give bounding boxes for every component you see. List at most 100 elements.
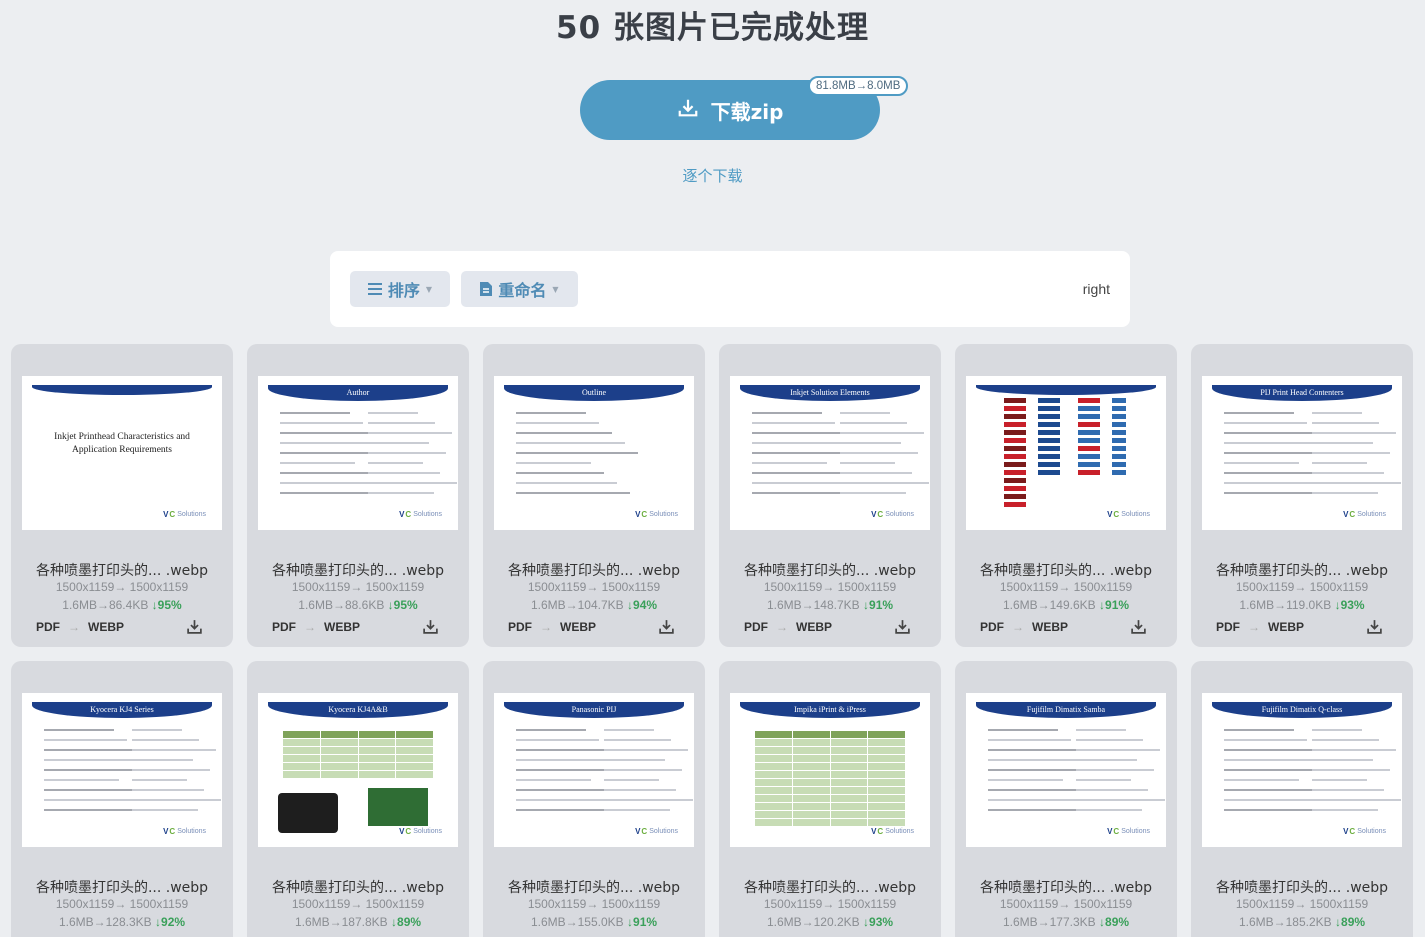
chart-box xyxy=(1078,470,1100,475)
image-card[interactable]: PIJ Print Head Contenters V C Solutions 各种喷… xyxy=(1191,344,1413,647)
slide-text-line xyxy=(132,729,182,731)
compression-percent: ↓89% xyxy=(391,915,422,929)
image-dimensions: 1500x1159→ 1500x1159 xyxy=(527,897,661,911)
slide-text-line xyxy=(1312,769,1390,771)
file-size: 1.6MB→86.4KB ↓95% xyxy=(11,598,233,612)
file-name: 各种喷墨打印头的... .webp xyxy=(743,880,917,896)
slide-text-line xyxy=(132,779,187,781)
chart-box xyxy=(1078,398,1100,403)
slide-text-line xyxy=(44,799,145,801)
size-change: 1.6MB→86.4KB xyxy=(62,598,149,612)
image-thumbnail[interactable]: Fujifilm Dimatix Samba V C Solutions xyxy=(966,693,1166,847)
chart-box xyxy=(1004,470,1026,475)
vcs-logo: V C Solutions xyxy=(871,510,914,519)
slide-text-line xyxy=(752,432,848,434)
slide-text-line xyxy=(840,422,907,424)
image-thumbnail[interactable]: Inkjet Solution Elements V C Solutions xyxy=(730,376,930,530)
slide-text-line xyxy=(1312,482,1401,484)
format-conversion: PDF → WEBP xyxy=(508,620,596,634)
target-format: WEBP xyxy=(1268,620,1304,634)
chart-box xyxy=(1038,406,1060,411)
source-format: PDF xyxy=(1216,620,1240,634)
slide-text-line xyxy=(1224,462,1299,464)
image-card[interactable]: Inkjet Solution Elements V C Solutions 各种喷墨… xyxy=(719,344,941,647)
rename-button[interactable]: 重命名 ▼ xyxy=(461,271,578,307)
target-format: WEBP xyxy=(560,620,596,634)
single-download-link[interactable]: 逐个下载 xyxy=(0,165,1425,186)
download-icon[interactable] xyxy=(894,618,911,639)
image-card[interactable]: Kyocera KJ4 Series V C Solutions 各种喷墨打印头的..… xyxy=(11,661,233,937)
slide-text-line xyxy=(132,789,204,791)
image-card[interactable]: Fujifilm Dimatix Samba V C Solutions 各种喷墨打印… xyxy=(955,661,1177,937)
size-change: 1.6MB→149.6KB xyxy=(1002,598,1096,612)
image-card[interactable]: Fujifilm Dimatix Q-class V C Solutions 各种喷墨… xyxy=(1191,661,1413,937)
image-card[interactable]: Author V C Solutions 各种喷墨打印头的... .webp 1500… xyxy=(247,344,469,647)
image-dimensions: 1500x1159→ 1500x1159 xyxy=(291,580,425,594)
image-thumbnail[interactable]: Kyocera KJ4A&B V C Solutions xyxy=(258,693,458,847)
format-conversion: PDF → WEBP xyxy=(1216,620,1304,634)
slide-text-line xyxy=(368,422,435,424)
slide-text-line xyxy=(1224,472,1312,474)
chart-box xyxy=(1112,430,1126,435)
download-icon[interactable] xyxy=(186,618,203,639)
arrow-right-icon: → xyxy=(68,620,80,634)
image-thumbnail[interactable]: PIJ Print Head Contenters V C Solutions xyxy=(1202,376,1402,530)
file-size: 1.6MB→185.2KB ↓89% xyxy=(1191,915,1413,929)
chart-box xyxy=(1112,414,1126,419)
chart-box xyxy=(1038,446,1060,451)
size-change: 1.6MB→185.2KB xyxy=(1238,915,1332,929)
slide-text-line xyxy=(44,739,127,741)
slide-text-line xyxy=(132,769,210,771)
slide-title-text: Inkjet Printhead Characteristics and App… xyxy=(54,432,190,455)
image-card[interactable]: Impika iPrint & iPress V C Solutions 各种喷墨打印… xyxy=(719,661,941,937)
size-change: 1.6MB→177.3KB xyxy=(1002,915,1096,929)
image-card[interactable]: Panasonic PIJ V C Solutions 各种喷墨打印头的... .we… xyxy=(483,661,705,937)
size-change: 1.6MB→104.7KB xyxy=(530,598,624,612)
format-conversion: PDF → WEBP xyxy=(36,620,124,634)
sort-button[interactable]: 排序 ▼ xyxy=(350,271,450,307)
download-icon[interactable] xyxy=(1130,618,1147,639)
image-card[interactable]: Kyocera KJ4A&B V C Solutions 各种喷墨打印头的... .w… xyxy=(247,661,469,937)
slide-text-line xyxy=(132,749,216,751)
format-conversion: PDF → WEBP xyxy=(980,620,1068,634)
image-card[interactable]: Inkjet Printhead Characteristics and App… xyxy=(11,344,233,647)
vcs-logo: V C Solutions xyxy=(1343,827,1386,836)
image-thumbnail[interactable]: Panasonic PIJ V C Solutions xyxy=(494,693,694,847)
image-thumbnail[interactable]: Fujifilm Dimatix Q-class V C Solutions xyxy=(1202,693,1402,847)
chart-box xyxy=(1038,422,1060,427)
image-thumbnail[interactable]: Outline V C Solutions xyxy=(494,376,694,530)
compression-percent: ↓95% xyxy=(151,598,182,612)
slide-text-line xyxy=(132,799,221,801)
image-thumbnail[interactable]: Kyocera KJ4 Series V C Solutions xyxy=(22,693,222,847)
chart-box xyxy=(1078,446,1100,451)
image-card[interactable]: Outline V C Solutions 各种喷墨打印头的... .webp 150… xyxy=(483,344,705,647)
image-thumbnail[interactable]: Impika iPrint & iPress V C Solutions xyxy=(730,693,930,847)
slide-text-line xyxy=(840,462,895,464)
slide-text-line xyxy=(516,749,612,751)
slide-text-line xyxy=(44,779,119,781)
compression-percent: ↓91% xyxy=(863,598,894,612)
slide-header: Panasonic PIJ xyxy=(504,702,684,718)
image-thumbnail[interactable]: V C Solutions xyxy=(966,376,1166,530)
download-icon[interactable] xyxy=(422,618,439,639)
image-card[interactable]: V C Solutions 各种喷墨打印头的... .webp 1500x1159→… xyxy=(955,344,1177,647)
file-name: 各种喷墨打印头的... .webp xyxy=(743,563,917,579)
vcs-logo: V C Solutions xyxy=(1107,510,1150,519)
slide-text-line xyxy=(988,729,1058,731)
image-thumbnail[interactable]: Inkjet Printhead Characteristics and App… xyxy=(22,376,222,530)
image-thumbnail[interactable]: Author V C Solutions xyxy=(258,376,458,530)
slide-text-line xyxy=(280,422,363,424)
slide-text-line xyxy=(1076,789,1148,791)
slide-text-line xyxy=(604,809,670,811)
slide-table xyxy=(755,731,905,827)
chart-box xyxy=(1038,470,1060,475)
slide-text-line xyxy=(132,739,199,741)
slide-text-line xyxy=(516,452,638,454)
chart-box xyxy=(1078,462,1100,467)
download-icon[interactable] xyxy=(658,618,675,639)
slide-text-line xyxy=(516,799,617,801)
download-icon[interactable] xyxy=(1366,618,1383,639)
chart-box xyxy=(1078,422,1100,427)
slide-text-line xyxy=(840,442,901,444)
slide-text-line xyxy=(840,482,929,484)
